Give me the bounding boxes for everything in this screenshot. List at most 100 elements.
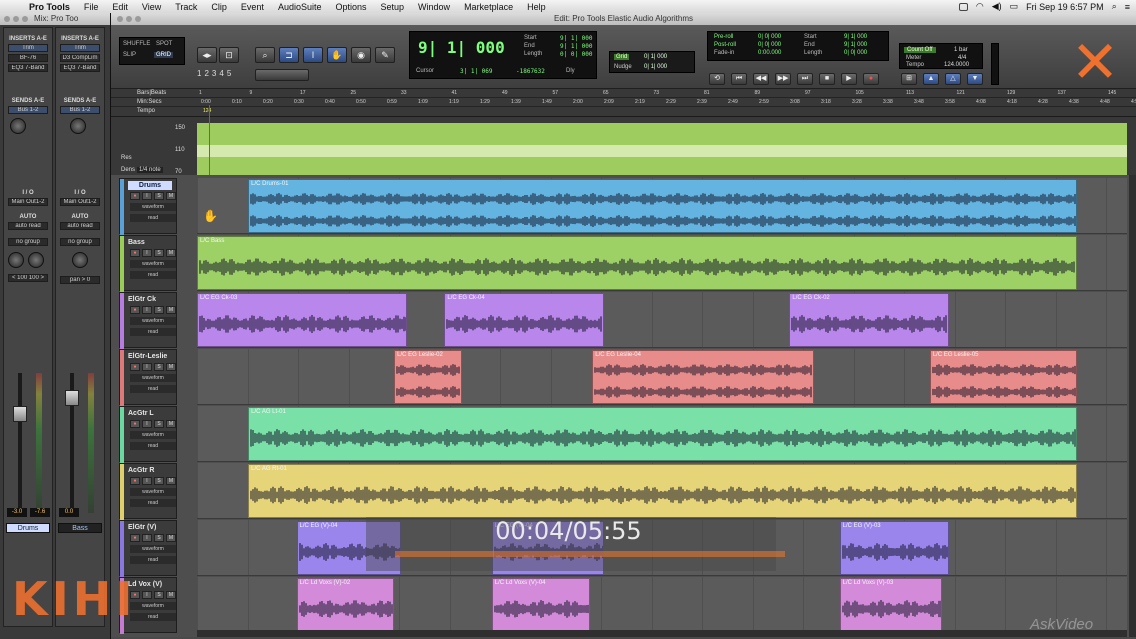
zoom-toggle-icon[interactable]: ⊡ (219, 47, 239, 63)
mode-shuffle[interactable]: SHUFFLE (123, 41, 150, 47)
solo-button[interactable]: S (154, 192, 164, 200)
pan-left-knob[interactable] (8, 252, 24, 268)
mute-button[interactable]: M (166, 363, 176, 371)
menu-file[interactable]: File (77, 2, 106, 12)
minimize-window-button[interactable] (126, 16, 132, 22)
menu-track[interactable]: Track (168, 2, 204, 12)
wait-for-note-icon[interactable]: ▲ (923, 73, 939, 85)
record-arm-button[interactable]: ● (130, 534, 140, 542)
audio-clip[interactable]: L/C EG Ck-03 (197, 293, 408, 347)
zoom-preset-4[interactable]: 4 (219, 69, 223, 78)
track-automation-selector[interactable]: read (130, 556, 176, 564)
track-lane[interactable]: L/C AG Lt-01 (197, 406, 1127, 462)
close-window-button[interactable] (4, 16, 10, 22)
record-arm-button[interactable]: ● (130, 192, 140, 200)
solo-button[interactable]: S (154, 534, 164, 542)
track-automation-selector[interactable]: read (130, 442, 176, 450)
zoom-icon[interactable]: ◂▸ (197, 47, 217, 63)
track-header[interactable]: AcGtr L ● I S Mwaveform read (119, 406, 177, 463)
grid-button[interactable]: Grid (614, 54, 630, 60)
trim-tool-icon[interactable]: ⊐ (279, 47, 299, 63)
menubar-clock[interactable]: Fri Sep 19 6:57 PM (1026, 2, 1104, 12)
menu-view[interactable]: View (135, 2, 168, 12)
output-selector[interactable]: Main Out1-2 (8, 198, 48, 206)
transport-length-value[interactable]: 0| 0| 000 (844, 50, 867, 56)
play-icon[interactable]: ▶ (841, 73, 857, 85)
mix-window-titlebar[interactable]: Mix: Pro Too (0, 13, 110, 25)
minsecs-ruler[interactable]: Min:Secs 0:00 0:10 0:20 0:30 0:40 0:50 0:59 1:0… (111, 98, 1136, 107)
playhead[interactable] (209, 105, 210, 177)
zoom-window-button[interactable] (135, 16, 141, 22)
insert-slot[interactable]: EQ3 7-Band (60, 64, 100, 72)
zoom-preset-5[interactable]: 5 (227, 69, 231, 78)
insert-slot[interactable]: D3 CompLim (60, 54, 100, 62)
track-view-selector[interactable]: waveform (130, 260, 176, 268)
track-automation-selector[interactable]: read (130, 214, 176, 222)
send-level-knob[interactable] (70, 118, 86, 134)
insert-slot[interactable]: BF-76 (8, 54, 48, 62)
list-icon[interactable]: ≡ (1125, 2, 1130, 12)
menu-audiosuite[interactable]: AudioSuite (271, 2, 329, 12)
preroll-value[interactable]: 0| 0| 000 (758, 34, 781, 40)
vertical-scrollbar[interactable] (1129, 175, 1136, 637)
track-view-selector[interactable]: waveform (130, 203, 176, 211)
bars-beats-ruler[interactable]: Bars|Beats 1 9 17 25 33 41 49 57 65 73 81 89 97 105 11… (111, 89, 1136, 98)
resolution-selector[interactable]: 1/4 note (137, 167, 163, 173)
input-monitor-button[interactable]: I (142, 477, 152, 485)
volume-fader[interactable] (65, 390, 79, 406)
menu-marketplace[interactable]: Marketplace (457, 2, 520, 12)
audio-clip[interactable]: L/C EG (V)-03 (839, 521, 950, 575)
solo-button[interactable]: S (154, 420, 164, 428)
zoomer-tool-icon[interactable]: ⌕ (255, 47, 275, 63)
group-selector[interactable]: no group (60, 238, 100, 246)
track-name[interactable]: ElGtr (V) (128, 523, 172, 532)
track-header[interactable]: Drums ● I S Mwaveform read (119, 178, 177, 235)
track-automation-selector[interactable]: read (130, 499, 176, 507)
transport-start-value[interactable]: 9| 1| 000 (844, 34, 867, 40)
midi-merge-icon[interactable]: ⊞ (901, 73, 917, 85)
smart-tool-icon[interactable] (255, 69, 309, 81)
menu-app[interactable]: Pro Tools (22, 2, 77, 12)
end-value[interactable]: 9| 1| 000 (560, 43, 593, 50)
solo-button[interactable]: S (154, 249, 164, 257)
track-header[interactable]: Bass ● I S Mwaveform read (119, 235, 177, 292)
close-window-button[interactable] (117, 16, 123, 22)
audio-clip[interactable]: L/C AG Lt-01 (248, 407, 1077, 461)
mute-button[interactable]: M (166, 192, 176, 200)
go-to-end-icon[interactable]: ⏭ (797, 73, 813, 85)
send-slot[interactable]: Bus 1-2 (60, 106, 100, 114)
loop-icon[interactable]: ⟲ (709, 73, 725, 85)
input-monitor-button[interactable]: I (142, 249, 152, 257)
track-name-bass[interactable]: Bass (58, 523, 102, 533)
track-name[interactable]: Bass (128, 238, 172, 247)
output-selector[interactable]: Main Out1-2 (60, 198, 100, 206)
automation-mode[interactable]: auto read (60, 222, 100, 230)
audio-clip[interactable]: L/C EG Leslie-05 (929, 350, 1077, 404)
tempo-value[interactable]: 124.0000 (944, 62, 969, 68)
track-header[interactable]: AcGtr R ● I S Mwaveform read (119, 463, 177, 520)
audio-clip[interactable]: L/C EG Ck-02 (789, 293, 950, 347)
solo-button[interactable]: S (154, 306, 164, 314)
audio-clip[interactable]: L/C Ld Voxs (V)-04 (491, 578, 591, 632)
mode-spot[interactable]: SPOT (156, 41, 172, 47)
audio-clip[interactable]: L/C EG Leslie-02 (394, 350, 463, 404)
nudge-label[interactable]: Nudge (614, 64, 632, 70)
volume-readout[interactable]: -3.0 (7, 508, 27, 517)
pan-right-knob[interactable] (28, 252, 44, 268)
volume-fader-track[interactable] (18, 373, 22, 513)
mute-button[interactable]: M (166, 420, 176, 428)
scrubber-tool-icon[interactable]: ◉ (351, 47, 371, 63)
volume-readout[interactable]: 0.0 (59, 508, 79, 517)
track-header[interactable]: ElGtr Ck ● I S Mwaveform read (119, 292, 177, 349)
menu-window[interactable]: Window (411, 2, 457, 12)
menu-clip[interactable]: Clip (204, 2, 234, 12)
record-arm-button[interactable]: ● (130, 249, 140, 257)
audio-clip[interactable]: L/C Bass (197, 236, 1077, 290)
metronome-icon[interactable]: △ (945, 73, 961, 85)
record-icon[interactable]: ● (863, 73, 879, 85)
track-name[interactable]: AcGtr R (128, 466, 172, 475)
input-monitor-button[interactable]: I (142, 363, 152, 371)
close-x-icon[interactable]: ✕ (1069, 33, 1121, 91)
send-level-knob[interactable] (10, 118, 26, 134)
mute-button[interactable]: M (166, 249, 176, 257)
